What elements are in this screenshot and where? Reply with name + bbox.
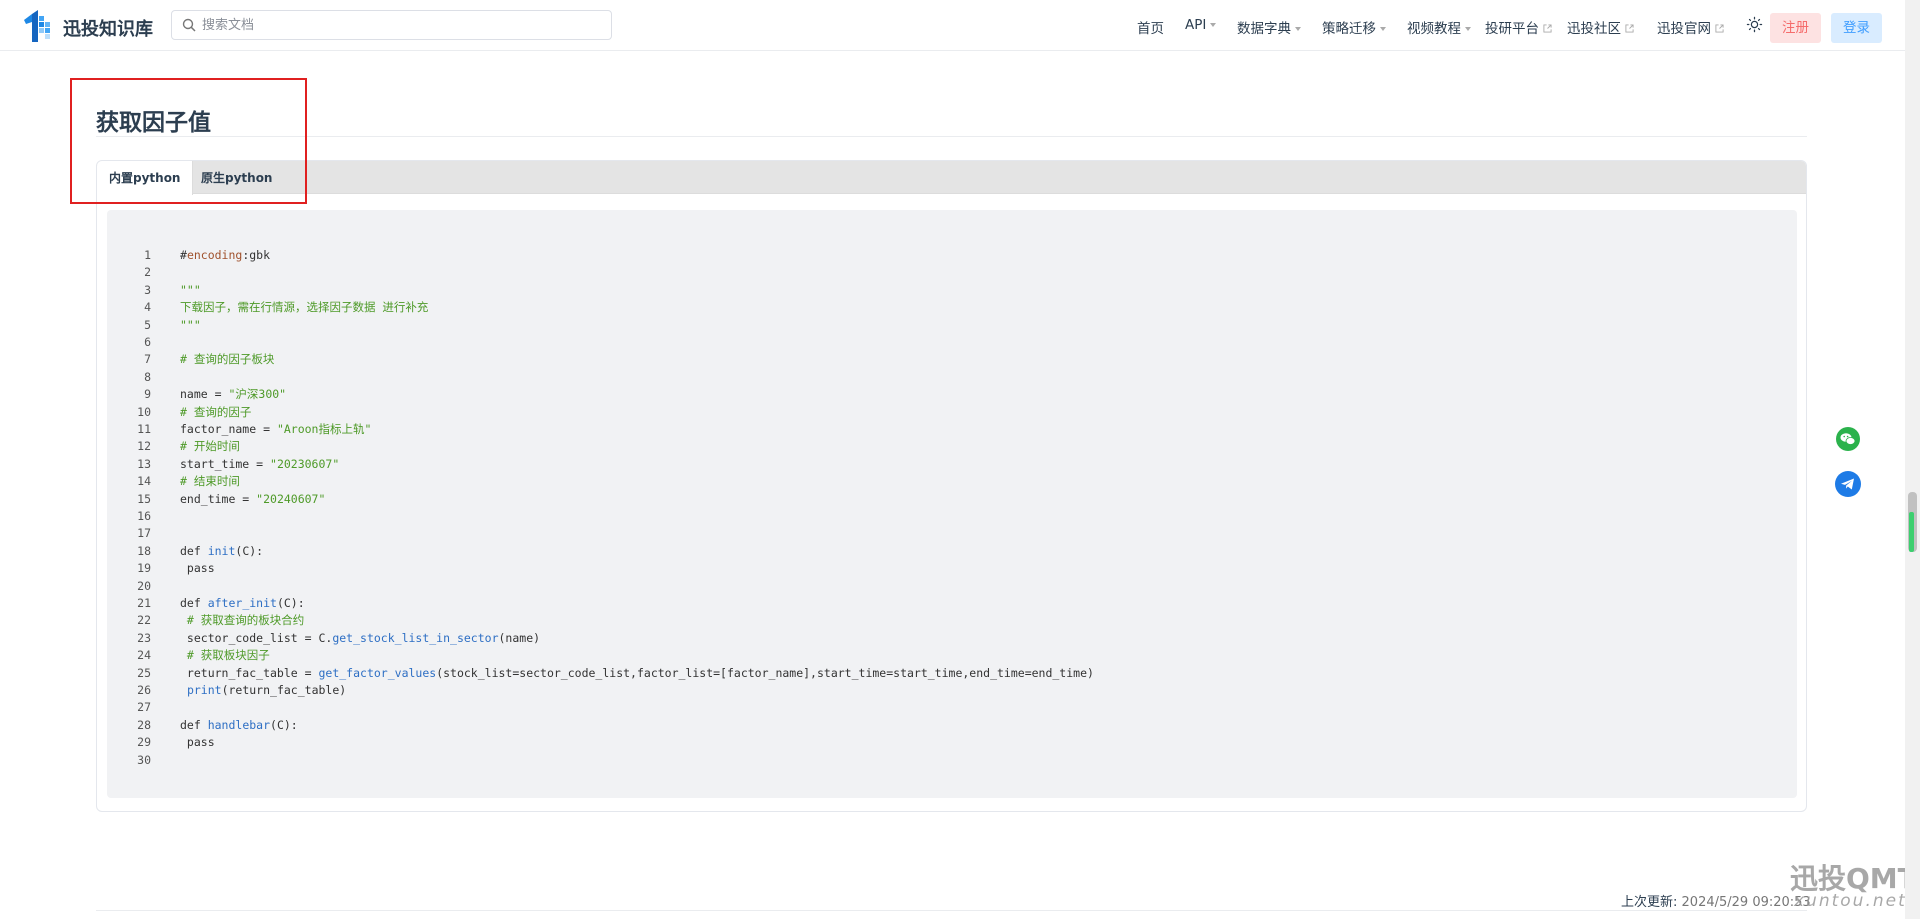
top-navbar: 迅投知识库 首页 API 数据字典 策略迁移 视频教程 投研平台 迅投社区 迅投… <box>0 0 1905 51</box>
nav-api[interactable]: API <box>1185 17 1217 33</box>
line-number: 12 <box>137 439 151 454</box>
external-link-icon <box>1625 24 1634 33</box>
line-number: 17 <box>137 526 151 541</box>
external-link-icon <box>1715 24 1724 33</box>
last-updated-value: 2024/5/29 09:20:53 <box>1681 895 1811 910</box>
code-text: pass <box>180 735 215 750</box>
line-number: 5 <box>144 317 151 332</box>
line-number: 9 <box>144 387 151 402</box>
line-number: 7 <box>144 352 151 367</box>
line-number: 26 <box>137 683 151 697</box>
nav-home-label: 首页 <box>1137 21 1164 37</box>
nav-api-label: API <box>1185 17 1207 33</box>
sun-icon[interactable] <box>1746 16 1763 33</box>
nav-data-dictionary[interactable]: 数据字典 <box>1237 17 1301 37</box>
code-text: # 开始时间 <box>180 439 240 454</box>
wechat-icon[interactable] <box>1834 425 1862 453</box>
line-number: 29 <box>137 735 151 750</box>
search-input[interactable] <box>202 15 602 35</box>
line-number: 20 <box>137 578 151 593</box>
telegram-icon[interactable] <box>1834 470 1862 498</box>
line-number: 13 <box>137 456 151 471</box>
last-updated-label: 上次更新: <box>1621 895 1678 910</box>
nav-community-label: 迅投社区 <box>1567 21 1621 37</box>
line-number: 24 <box>137 648 151 663</box>
code-text: # 获取查询的板块合约 <box>180 613 305 628</box>
line-number: 16 <box>137 509 151 523</box>
line-number: 25 <box>137 665 151 680</box>
search-box[interactable] <box>171 10 612 40</box>
logo-icon[interactable] <box>22 10 54 42</box>
line-number: 15 <box>137 491 151 506</box>
nav-official-site[interactable]: 迅投官网 <box>1657 17 1724 37</box>
code-text: # 结束时间 <box>180 474 240 489</box>
code-text: #encoding:gbk <box>180 248 271 262</box>
nav-community[interactable]: 迅投社区 <box>1567 17 1634 37</box>
chevron-down-icon <box>1465 27 1471 31</box>
nav-video-tutorials-label: 视频教程 <box>1407 21 1461 37</box>
code-text: start_time = "20230607" <box>180 456 340 471</box>
code-text: end_time = "20240607" <box>180 491 326 506</box>
line-number: 1 <box>144 248 151 262</box>
code-text: """ <box>180 317 201 332</box>
line-number: 22 <box>137 613 151 628</box>
line-number: 18 <box>137 543 151 558</box>
watermark-url: xuntou.net <box>1794 891 1907 911</box>
code-text: def init(C): <box>180 543 264 558</box>
title-divider <box>96 136 1807 137</box>
code-text: factor_name = "Aroon指标上轨" <box>180 422 372 436</box>
code-tabs: 内置python 原生python 1 #encoding:gbk 2 3 """ 4 下载… <box>96 160 1807 812</box>
scrollbar[interactable] <box>1905 0 1920 919</box>
code-text: return_fac_table = get_factor_values(sto… <box>180 665 1094 680</box>
line-number: 6 <box>144 335 151 349</box>
register-button[interactable]: 注册 <box>1770 13 1821 43</box>
nav-strategy-migration-label: 策略迁移 <box>1322 21 1376 37</box>
nav-data-dictionary-label: 数据字典 <box>1237 21 1291 37</box>
line-number: 11 <box>137 422 151 436</box>
external-link-icon <box>1543 24 1552 33</box>
chevron-down-icon <box>1295 27 1301 31</box>
site-name[interactable]: 迅投知识库 <box>63 15 153 41</box>
nav-home[interactable]: 首页 <box>1137 17 1164 37</box>
annotation-highlight-box <box>70 78 307 204</box>
nav-video-tutorials[interactable]: 视频教程 <box>1407 17 1471 37</box>
code-block[interactable]: 1 #encoding:gbk 2 3 """ 4 下载因子，需在行情源，选择因子数据 进行… <box>107 210 1797 798</box>
code-text: # 查询的因子 <box>180 404 252 419</box>
code-text: pass <box>180 561 215 576</box>
line-number: 30 <box>137 752 151 767</box>
line-number: 3 <box>144 282 151 297</box>
scroll-progress-indicator <box>1909 512 1914 552</box>
code-text: sector_code_list = C.get_stock_list_in_s… <box>180 630 541 645</box>
tab-bar: 内置python 原生python <box>97 161 1806 195</box>
line-number: 2 <box>144 265 151 280</box>
code-text: # 查询的因子板块 <box>180 352 275 367</box>
footer-divider <box>96 910 1807 911</box>
code-text: # 获取板块因子 <box>180 648 270 663</box>
code-text: def after_init(C): <box>180 596 305 610</box>
search-icon <box>182 18 196 32</box>
line-number: 4 <box>144 300 151 315</box>
nav-research-platform-label: 投研平台 <box>1485 21 1539 37</box>
line-number: 21 <box>137 596 151 610</box>
line-number: 28 <box>137 717 151 732</box>
line-number: 23 <box>137 630 151 645</box>
code-text: 下载因子，需在行情源，选择因子数据 进行补充 <box>180 300 429 315</box>
code-text: """ <box>180 282 201 297</box>
nav-strategy-migration[interactable]: 策略迁移 <box>1322 17 1386 37</box>
code-text: name = "沪深300" <box>180 387 287 402</box>
line-number: 10 <box>137 404 151 419</box>
nav-official-site-label: 迅投官网 <box>1657 21 1711 37</box>
last-updated: 上次更新: 2024/5/29 09:20:53 <box>1621 891 1811 910</box>
line-number: 14 <box>137 474 151 489</box>
code-text: print(return_fac_table) <box>186 683 347 697</box>
line-number: 19 <box>137 561 151 576</box>
line-number: 8 <box>144 369 151 384</box>
chevron-down-icon <box>1210 23 1217 27</box>
nav-research-platform[interactable]: 投研平台 <box>1485 17 1552 37</box>
login-button[interactable]: 登录 <box>1831 13 1882 43</box>
line-number: 27 <box>137 700 151 715</box>
chevron-down-icon <box>1380 27 1386 31</box>
code-text: def handlebar(C): <box>180 717 298 732</box>
